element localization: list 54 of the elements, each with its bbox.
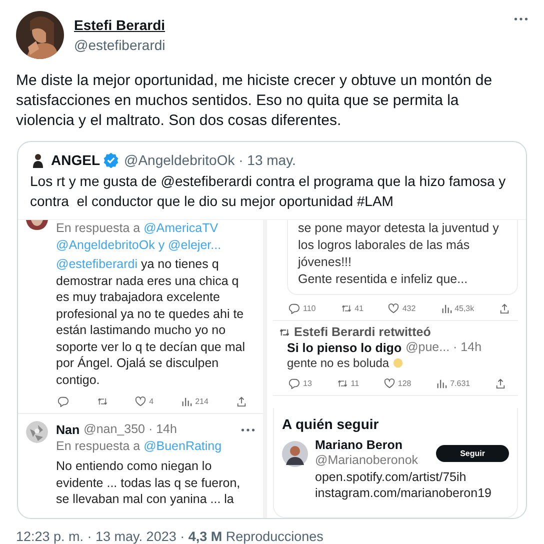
count-label: 45,3k — [454, 304, 474, 313]
heart-icon[interactable] — [384, 378, 395, 389]
tweet-snippet: se pone mayor detesta la juventud y los logros laborales de las más jóvenes!!! Gente resentida e infeliz que... — [298, 220, 500, 288]
tweet-text: Me diste la mejor oportunidad, me hiciste crecer y obtuve un montón de satisfacciones en muchos sentidos. Eso no quita que se permita la violencia y el maltrato. Son dos cosas diferentes. — [15, 71, 494, 131]
reply-text: @estefiberardi ya no tienes q demostrar nada eres una chica q es muy trabajadora excelente profesional ya no te quedes ahi te están lastimando mucho yo no soporte ver lo q te decían que mal por Ángel. Ojalá se disculpen contigo. — [56, 256, 246, 388]
quote-text: Los rt y me gusta de @estefiberardi contra el programa que la hizo famosa y contra el conductor que le dio su mejor oportunidad #LAM — [29, 172, 507, 211]
share-icon[interactable] — [498, 303, 510, 314]
user-handle: @Marianoberonok — [315, 452, 420, 469]
share-icon[interactable] — [494, 378, 506, 389]
follow-button[interactable]: Seguir — [436, 445, 509, 462]
count-label: 432 — [402, 304, 416, 313]
share-icon[interactable] — [236, 396, 247, 407]
count-label: 214 — [195, 397, 208, 406]
user-handle: @pue... · 14h — [406, 339, 482, 356]
quote-author-name[interactable]: ANGEL — [51, 152, 100, 168]
bar-chart-icon[interactable] — [181, 396, 192, 407]
bar-chart-icon[interactable] — [440, 303, 452, 314]
count-label: 128 — [398, 379, 412, 388]
user-name[interactable]: Mariano Beron — [315, 438, 430, 452]
reply-to-text: En respuesta a @AmericaTV — [56, 220, 220, 237]
timestamp-text: 12:23 p. m. · 13 may. 2023 · 4,3 M Reproducciones — [15, 528, 324, 544]
tweet-text: gente no es boluda — [287, 356, 390, 370]
count-label: 7.631 — [450, 379, 470, 388]
user-name[interactable]: Si lo pienso lo digo — [287, 340, 402, 354]
emoji-icon — [393, 358, 404, 368]
section-heading: A quién seguir — [282, 416, 380, 432]
speech-bubble-icon[interactable] — [289, 303, 300, 314]
retweet-icon[interactable] — [336, 378, 348, 389]
retweet-icon — [279, 326, 290, 338]
quoted-tweet-card[interactable] — [17, 141, 527, 519]
reply-to-text: En respuesta a @BuenRating — [56, 438, 223, 455]
bar-chart-icon[interactable] — [436, 378, 448, 389]
retweet-icon[interactable] — [96, 396, 108, 407]
reply-text: No entiendo como niegan lo evidente ... todas las q se fueron, se llevaban mal con yanina ... la — [56, 458, 242, 508]
count-label: 4 — [149, 397, 154, 406]
more-icon[interactable] — [514, 17, 528, 21]
heart-icon[interactable] — [135, 396, 146, 407]
count-label: 110 — [303, 304, 316, 313]
bio-link[interactable]: open.spotify.com/artist/75ih — [315, 469, 509, 485]
author-name[interactable]: Estefi Berardi — [74, 17, 166, 33]
retweeted-label[interactable]: Estefi Berardi retwitteó — [294, 325, 431, 339]
more-icon[interactable] — [241, 428, 255, 432]
user-handle: @nan_350 · 14h — [84, 421, 177, 438]
speech-bubble-icon[interactable] — [289, 378, 300, 389]
bio-link[interactable]: instagram.com/marianoberon19 — [315, 485, 509, 501]
count-label: 41 — [354, 304, 364, 313]
retweet-icon[interactable] — [340, 303, 352, 314]
count-label: 11 — [350, 379, 360, 388]
user-name[interactable]: Nan — [56, 422, 80, 436]
heart-icon[interactable] — [388, 303, 400, 314]
quote-author-handle: @AngeldebritoOk · 13 may. — [124, 152, 296, 168]
speech-bubble-icon[interactable] — [58, 396, 69, 407]
count-label: 13 — [303, 379, 312, 388]
author-handle: @estefiberardi — [74, 37, 166, 53]
